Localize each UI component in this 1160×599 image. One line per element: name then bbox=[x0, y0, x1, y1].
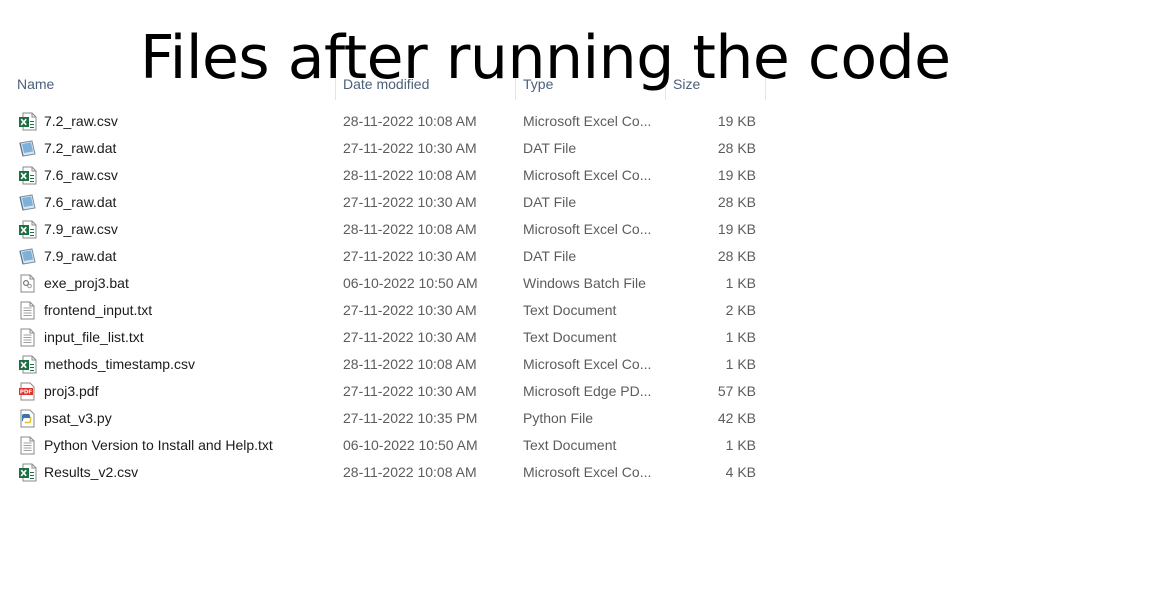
file-date-modified: 27-11-2022 10:30 AM bbox=[343, 248, 477, 264]
file-name: 7.2_raw.dat bbox=[44, 140, 117, 156]
file-type: Microsoft Excel Co... bbox=[523, 167, 652, 183]
file-size: 19 KB bbox=[717, 167, 756, 183]
text-file-icon bbox=[18, 301, 37, 320]
file-name: 7.9_raw.dat bbox=[44, 248, 117, 264]
file-type: Windows Batch File bbox=[523, 275, 646, 291]
file-date-modified: 27-11-2022 10:35 PM bbox=[343, 410, 478, 426]
excel-csv-icon bbox=[18, 463, 37, 482]
file-row[interactable]: 7.2_raw.dat 27-11-2022 10:30 AM DAT File 28… bbox=[0, 135, 770, 162]
file-date-modified: 27-11-2022 10:30 AM bbox=[343, 329, 477, 345]
file-name: proj3.pdf bbox=[44, 383, 99, 399]
file-size: 42 KB bbox=[717, 410, 756, 426]
svg-text:PDF: PDF bbox=[20, 390, 33, 396]
file-name: 7.9_raw.csv bbox=[44, 221, 118, 237]
file-type: Microsoft Excel Co... bbox=[523, 464, 652, 480]
file-date-modified: 28-11-2022 10:08 AM bbox=[343, 464, 477, 480]
file-row[interactable]: Python Version to Install and Help.txt 06… bbox=[0, 432, 770, 459]
file-size: 19 KB bbox=[717, 221, 756, 237]
file-row[interactable]: PDF proj3.pdf 27-11-2022 10:30 AM Microsoft… bbox=[0, 378, 770, 405]
file-list: 7.2_raw.csv 28-11-2022 10:08 AM Microsoft … bbox=[0, 108, 770, 486]
excel-csv-icon bbox=[18, 355, 37, 374]
file-date-modified: 27-11-2022 10:30 AM bbox=[343, 302, 477, 318]
file-name: methods_timestamp.csv bbox=[44, 356, 195, 372]
file-name: Results_v2.csv bbox=[44, 464, 139, 480]
file-row[interactable]: 7.9_raw.dat 27-11-2022 10:30 AM DAT File 28… bbox=[0, 243, 770, 270]
file-type: DAT File bbox=[523, 140, 577, 156]
pdf-file-icon: PDF bbox=[18, 382, 37, 401]
file-row[interactable]: Results_v2.csv 28-11-2022 10:08 AM Microso… bbox=[0, 459, 770, 486]
batch-file-icon bbox=[18, 274, 37, 293]
file-type: Python File bbox=[523, 410, 594, 426]
file-size: 57 KB bbox=[717, 383, 756, 399]
excel-csv-icon bbox=[18, 220, 37, 239]
file-row[interactable]: methods_timestamp.csv 28-11-2022 10:08 AM… bbox=[0, 351, 770, 378]
file-type: Text Document bbox=[523, 302, 617, 318]
file-date-modified: 27-11-2022 10:30 AM bbox=[343, 140, 477, 156]
file-type: Microsoft Excel Co... bbox=[523, 113, 652, 129]
file-size: 1 KB bbox=[725, 275, 756, 291]
python-file-icon bbox=[18, 409, 37, 428]
file-name: input_file_list.txt bbox=[44, 329, 144, 345]
file-row[interactable]: 7.6_raw.dat 27-11-2022 10:30 AM DAT File 28… bbox=[0, 189, 770, 216]
file-date-modified: 27-11-2022 10:30 AM bbox=[343, 383, 477, 399]
file-type: Text Document bbox=[523, 437, 617, 453]
file-size: 1 KB bbox=[725, 356, 756, 372]
file-type: DAT File bbox=[523, 248, 577, 264]
file-date-modified: 28-11-2022 10:08 AM bbox=[343, 356, 477, 372]
file-type: Microsoft Excel Co... bbox=[523, 221, 652, 237]
excel-csv-icon bbox=[18, 112, 37, 131]
file-row[interactable]: input_file_list.txt 27-11-2022 10:30 AM Te… bbox=[0, 324, 770, 351]
file-type: Microsoft Edge PD... bbox=[523, 383, 652, 399]
file-type: DAT File bbox=[523, 194, 577, 210]
dat-file-icon bbox=[18, 247, 37, 266]
file-date-modified: 28-11-2022 10:08 AM bbox=[343, 221, 477, 237]
file-row[interactable]: 7.6_raw.csv 28-11-2022 10:08 AM Microsoft … bbox=[0, 162, 770, 189]
overlay-title: Files after running the code bbox=[140, 23, 951, 93]
file-date-modified: 06-10-2022 10:50 AM bbox=[343, 437, 478, 453]
file-type: Microsoft Excel Co... bbox=[523, 356, 652, 372]
file-explorer-view: Name Date modified Type Size Files after… bbox=[0, 0, 1160, 599]
file-size: 1 KB bbox=[725, 437, 756, 453]
file-size: 19 KB bbox=[717, 113, 756, 129]
file-name: psat_v3.py bbox=[44, 410, 112, 426]
file-type: Text Document bbox=[523, 329, 617, 345]
file-row[interactable]: 7.9_raw.csv 28-11-2022 10:08 AM Microsoft … bbox=[0, 216, 770, 243]
file-name: 7.2_raw.csv bbox=[44, 113, 118, 129]
file-name: Python Version to Install and Help.txt bbox=[44, 437, 273, 453]
file-size: 28 KB bbox=[717, 194, 756, 210]
file-date-modified: 28-11-2022 10:08 AM bbox=[343, 167, 477, 183]
file-name: 7.6_raw.csv bbox=[44, 167, 118, 183]
excel-csv-icon bbox=[18, 166, 37, 185]
file-row[interactable]: 7.2_raw.csv 28-11-2022 10:08 AM Microsoft … bbox=[0, 108, 770, 135]
text-file-icon bbox=[18, 328, 37, 347]
file-name: frontend_input.txt bbox=[44, 302, 153, 318]
dat-file-icon bbox=[18, 139, 37, 158]
file-size: 4 KB bbox=[725, 464, 756, 480]
file-name: 7.6_raw.dat bbox=[44, 194, 117, 210]
file-date-modified: 28-11-2022 10:08 AM bbox=[343, 113, 477, 129]
file-name: exe_proj3.bat bbox=[44, 275, 129, 291]
file-size: 28 KB bbox=[717, 140, 756, 156]
file-date-modified: 06-10-2022 10:50 AM bbox=[343, 275, 478, 291]
file-size: 28 KB bbox=[717, 248, 756, 264]
file-row[interactable]: psat_v3.py 27-11-2022 10:35 PM Python File… bbox=[0, 405, 770, 432]
file-date-modified: 27-11-2022 10:30 AM bbox=[343, 194, 477, 210]
dat-file-icon bbox=[18, 193, 37, 212]
file-size: 2 KB bbox=[725, 302, 756, 318]
file-row[interactable]: frontend_input.txt 27-11-2022 10:30 AM Tex… bbox=[0, 297, 770, 324]
text-file-icon bbox=[18, 436, 37, 455]
file-row[interactable]: exe_proj3.bat 06-10-2022 10:50 AM Windows … bbox=[0, 270, 770, 297]
file-size: 1 KB bbox=[725, 329, 756, 345]
